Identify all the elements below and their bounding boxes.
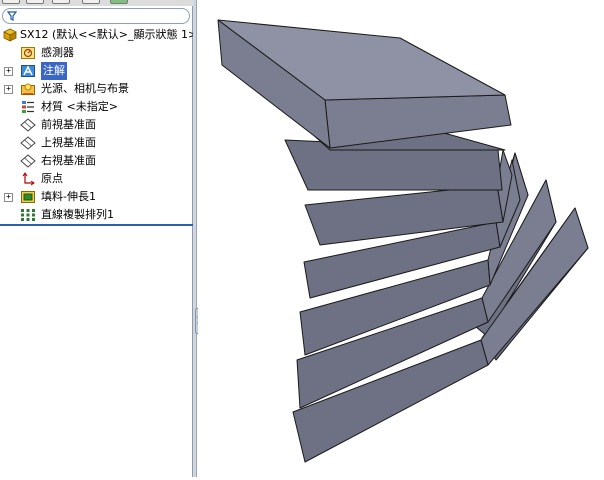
lights-icon (21, 83, 35, 95)
tree-item-top-plane[interactable]: 上視基准面 (0, 134, 193, 152)
tree-item-lights-cameras-scene[interactable]: + 光源、相机与布景 (0, 80, 193, 98)
sensor-icon (21, 47, 35, 59)
tree-item-label: 光源、相机与布景 (41, 82, 129, 95)
tree-item-label: 上視基准面 (41, 136, 96, 149)
tree-item-front-plane[interactable]: 前視基准面 (0, 116, 193, 134)
tree-item-material[interactable]: 材質 <未指定> (0, 98, 193, 116)
tree-item-label: 前視基准面 (41, 118, 96, 131)
tree-item-label: 感測器 (41, 46, 74, 59)
tree-item-label: 注解 (41, 62, 67, 80)
linear-pattern-icon (21, 209, 35, 221)
tree-item-origin[interactable]: 原点 (0, 170, 193, 188)
tab-display-manager[interactable] (110, 0, 128, 4)
origin-icon (22, 172, 35, 186)
tab-feature-manager[interactable] (2, 0, 20, 4)
tab-configuration-manager[interactable] (52, 0, 70, 4)
tree-item-part[interactable]: SX12 (默认<<默认>_顯示狀態 1>) (0, 26, 201, 44)
tree-item-right-plane[interactable]: 右視基准面 (0, 152, 193, 170)
tree-filter-input[interactable] (2, 8, 190, 24)
tree-item-label: SX12 (默认<<默认>_顯示狀態 1>) (20, 28, 202, 41)
plane-icon (20, 136, 36, 150)
tab-property-manager[interactable] (26, 0, 44, 4)
feature-tree: SX12 (默认<<默认>_顯示狀態 1>) 感測器 + 注解 + 光源、相机与… (0, 26, 201, 224)
plane-icon (20, 118, 36, 132)
expand-toggle[interactable]: + (4, 193, 13, 202)
expand-toggle[interactable]: + (4, 85, 13, 94)
tree-rollback-bar[interactable] (0, 224, 193, 226)
tab-dimxpert-manager[interactable] (82, 0, 100, 4)
tree-item-linear-pattern1[interactable]: 直線複製排列1 (0, 206, 193, 224)
plane-icon (20, 154, 36, 168)
tree-item-label: 原点 (41, 172, 63, 185)
material-icon (22, 101, 34, 113)
extrude-icon (21, 191, 35, 203)
panel-splitter[interactable] (193, 0, 197, 477)
model-view[interactable] (198, 0, 604, 477)
tree-item-sensors[interactable]: 感測器 (0, 44, 193, 62)
part-icon (3, 28, 17, 42)
tree-item-annotations[interactable]: + 注解 (0, 62, 193, 80)
tree-item-label: 右視基准面 (41, 154, 96, 167)
annotation-icon (21, 65, 35, 77)
feature-manager-panel: SX12 (默认<<默认>_顯示狀態 1>) 感測器 + 注解 + 光源、相机与… (0, 0, 201, 477)
expand-toggle[interactable]: + (4, 67, 13, 76)
tree-item-label: 材質 <未指定> (41, 100, 118, 113)
stacked-rotating-plates (217, 19, 589, 463)
tree-item-boss-extrude1[interactable]: + 填料-伸長1 (0, 188, 193, 206)
filter-icon (7, 11, 17, 21)
tree-item-label: 填料-伸長1 (41, 190, 96, 203)
graphics-area[interactable] (198, 0, 604, 477)
tree-item-label: 直線複製排列1 (41, 208, 114, 221)
manager-tab-strip (0, 0, 193, 6)
